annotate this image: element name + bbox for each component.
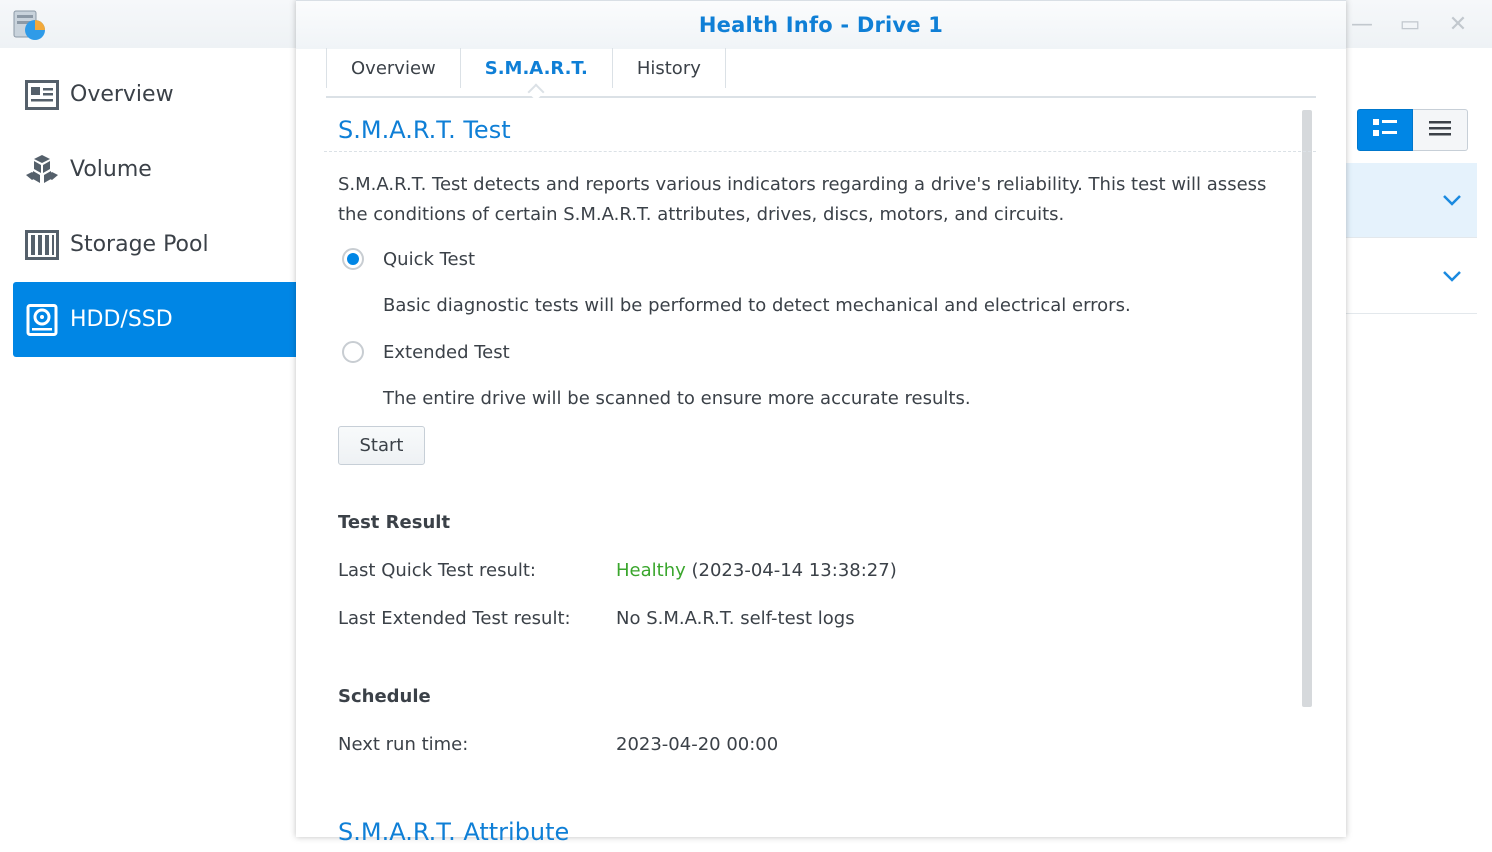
volume-icon — [25, 153, 59, 187]
storage-pool-icon — [25, 228, 59, 262]
dialog-title: Health Info - Drive 1 — [698, 13, 944, 37]
quick-test-label: Quick Test — [383, 248, 476, 270]
maximize-icon[interactable]: ▭ — [1398, 12, 1422, 37]
extended-test-option[interactable]: Extended Test — [338, 337, 1288, 367]
sidebar-item-overview[interactable]: Overview — [0, 57, 296, 132]
schedule-title: Schedule — [338, 686, 431, 707]
divider — [324, 151, 1316, 152]
sidebar-item-storage-pool[interactable]: Storage Pool — [0, 207, 296, 282]
chevron-down-icon[interactable] — [1442, 191, 1462, 210]
next-run-label: Next run time: — [338, 734, 469, 755]
smart-test-description: S.M.A.R.T. Test detects and reports vari… — [338, 174, 1267, 225]
dialog-header: Health Info - Drive 1 — [296, 0, 1346, 49]
next-run-row: Next run time: 2023-04-20 00:00 — [338, 730, 1288, 760]
minimize-icon[interactable]: — — [1350, 12, 1374, 37]
detail-list-icon — [1372, 118, 1398, 142]
sidebar-item-label: Volume — [70, 157, 152, 182]
overview-icon — [25, 78, 59, 112]
extended-test-radio[interactable] — [342, 341, 364, 363]
detail-view-button[interactable] — [1357, 109, 1413, 151]
extended-result-label: Last Extended Test result: — [338, 608, 571, 629]
tab-bar: Overview S.M.A.R.T. History — [326, 48, 1316, 98]
smart-test-title: S.M.A.R.T. Test — [338, 116, 511, 144]
chevron-down-icon[interactable] — [1442, 267, 1462, 286]
list-item[interactable] — [1346, 239, 1477, 314]
sidebar-item-label: Overview — [70, 82, 174, 107]
quick-result-label: Last Quick Test result: — [338, 560, 536, 581]
quick-result-time: (2023-04-14 13:38:27) — [691, 560, 897, 581]
sidebar-item-volume[interactable]: Volume — [0, 132, 296, 207]
sidebar-item-label: Storage Pool — [70, 232, 209, 257]
tab-history[interactable]: History — [611, 48, 726, 88]
smart-panel: S.M.A.R.T. Test S.M.A.R.T. Test detects … — [324, 110, 1316, 852]
hdd-icon — [25, 303, 59, 337]
quick-test-result-row: Last Quick Test result: Healthy (2023-04… — [338, 556, 1288, 586]
test-result-title: Test Result — [338, 512, 451, 533]
extended-test-description: The entire drive will be scanned to ensu… — [383, 388, 971, 409]
quick-test-description: Basic diagnostic tests will be performed… — [383, 295, 1131, 316]
tab-smart[interactable]: S.M.A.R.T. — [459, 48, 612, 88]
view-toggle — [1357, 109, 1468, 151]
extended-test-result-row: Last Extended Test result: No S.M.A.R.T.… — [338, 604, 1288, 634]
list-view-button[interactable] — [1413, 109, 1468, 151]
tab-overview[interactable]: Overview — [326, 48, 460, 88]
status-badge: Healthy — [616, 560, 686, 581]
storage-manager-app-icon — [13, 9, 47, 41]
quick-test-option[interactable]: Quick Test — [338, 244, 1288, 274]
sidebar-item-hdd-ssd[interactable]: HDD/SSD — [13, 282, 296, 357]
extended-result-value: No S.M.A.R.T. self-test logs — [616, 608, 855, 629]
sidebar-item-label: HDD/SSD — [70, 307, 173, 332]
start-button[interactable]: Start — [338, 426, 425, 465]
next-run-value: 2023-04-20 00:00 — [616, 734, 779, 755]
sidebar: Overview Volume Storage Pool HDD/SSD — [0, 57, 296, 357]
list-icon — [1428, 119, 1452, 141]
quick-test-radio[interactable] — [342, 248, 364, 270]
close-icon[interactable]: ✕ — [1446, 12, 1470, 37]
scrollbar[interactable] — [1302, 110, 1312, 707]
smart-attribute-title: S.M.A.R.T. Attribute — [338, 818, 570, 846]
health-info-dialog: Health Info - Drive 1 Overview S.M.A.R.T… — [296, 0, 1346, 846]
extended-test-label: Extended Test — [383, 341, 510, 363]
list-item[interactable] — [1346, 163, 1477, 238]
